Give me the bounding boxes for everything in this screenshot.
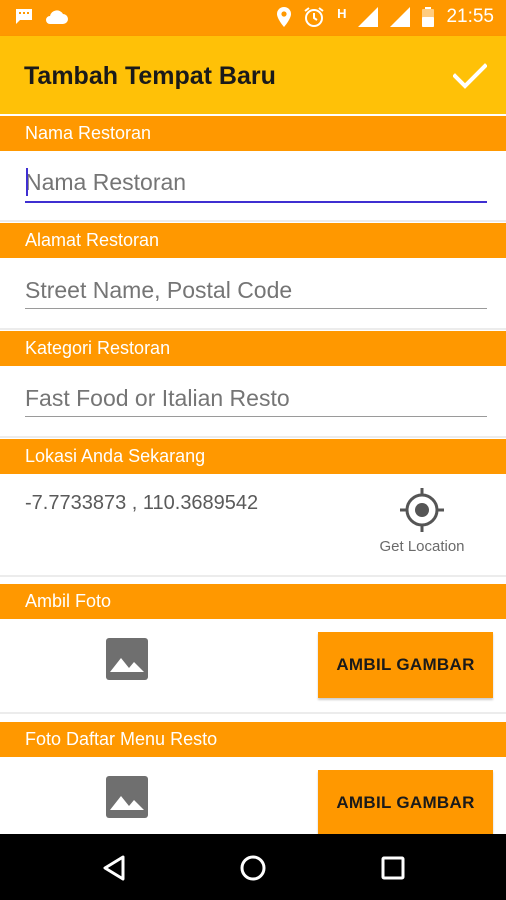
section-header-foto: Ambil Foto bbox=[0, 584, 506, 619]
home-button[interactable] bbox=[236, 851, 270, 885]
get-location-button[interactable]: Get Location bbox=[370, 486, 474, 555]
confirm-button[interactable] bbox=[448, 54, 492, 98]
cloud-icon bbox=[44, 9, 68, 25]
image-icon bbox=[106, 776, 148, 818]
app-bar: Tambah Tempat Baru bbox=[0, 36, 506, 114]
nama-restoran-underline bbox=[25, 201, 487, 203]
clock: 21:55 bbox=[446, 6, 494, 27]
status-bar-left bbox=[14, 8, 68, 26]
signal-icon bbox=[390, 7, 411, 27]
section-divider bbox=[0, 712, 506, 714]
alarm-icon bbox=[303, 6, 325, 28]
home-circle-icon bbox=[240, 855, 266, 881]
location-pin-icon bbox=[277, 7, 292, 27]
section-header-lokasi: Lokasi Anda Sekarang bbox=[0, 439, 506, 474]
nama-restoran-input[interactable] bbox=[25, 160, 487, 204]
status-bar: H 21:55 bbox=[0, 0, 506, 36]
kategori-restoran-underline bbox=[25, 416, 487, 417]
signal-icon bbox=[358, 7, 379, 27]
alamat-restoran-input[interactable] bbox=[25, 268, 487, 312]
gps-target-icon bbox=[400, 488, 444, 532]
section-divider bbox=[0, 328, 506, 330]
section-header-nama: Nama Restoran bbox=[0, 116, 506, 151]
section-divider bbox=[0, 436, 506, 438]
back-triangle-icon bbox=[103, 855, 125, 881]
ambil-gambar-menu-button[interactable]: AMBIL GAMBAR bbox=[318, 770, 493, 834]
kategori-restoran-input[interactable] bbox=[25, 376, 487, 420]
navigation-bar bbox=[0, 834, 506, 900]
recents-button[interactable] bbox=[376, 851, 410, 885]
check-icon bbox=[453, 63, 487, 89]
recents-square-icon bbox=[381, 856, 405, 880]
image-icon bbox=[106, 638, 148, 680]
text-cursor bbox=[26, 168, 28, 196]
page-title: Tambah Tempat Baru bbox=[24, 62, 276, 90]
section-divider bbox=[0, 220, 506, 222]
form-content[interactable]: Nama Restoran Alamat Restoran Kategori R… bbox=[0, 114, 506, 834]
current-coordinates: -7.7733873 , 110.3689542 bbox=[25, 492, 259, 514]
back-button[interactable] bbox=[97, 851, 131, 885]
battery-icon bbox=[422, 7, 435, 27]
network-type-label: H bbox=[337, 5, 347, 21]
get-location-label: Get Location bbox=[379, 538, 465, 555]
status-bar-right: H 21:55 bbox=[277, 6, 494, 28]
section-header-foto-menu: Foto Daftar Menu Resto bbox=[0, 722, 506, 757]
ambil-gambar-button[interactable]: AMBIL GAMBAR bbox=[318, 632, 493, 698]
alamat-restoran-underline bbox=[25, 308, 487, 309]
message-icon bbox=[14, 8, 34, 26]
section-header-kategori: Kategori Restoran bbox=[0, 331, 506, 366]
section-header-alamat: Alamat Restoran bbox=[0, 223, 506, 258]
section-divider bbox=[0, 575, 506, 577]
